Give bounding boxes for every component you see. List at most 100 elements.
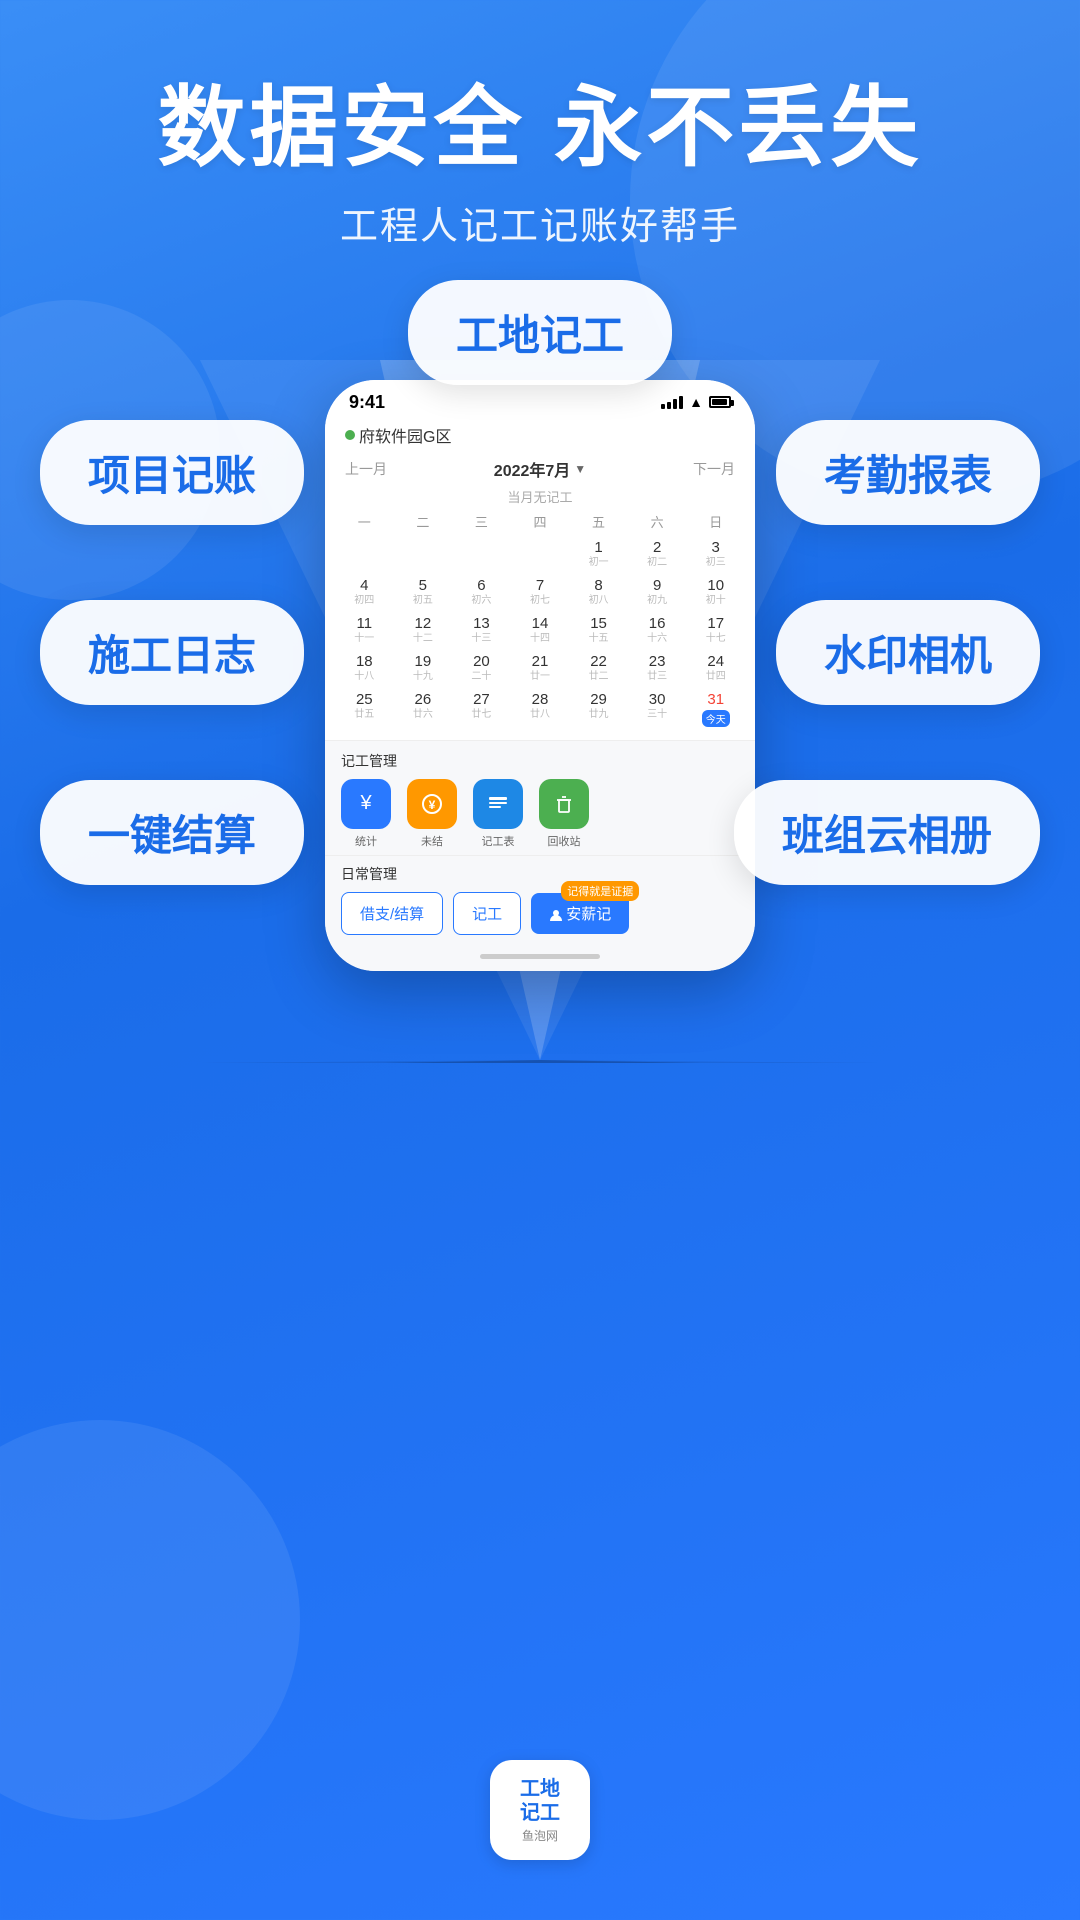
feature-label-shuiyin: 水印相机 <box>824 632 992 679</box>
cal-day-13[interactable]: 13十三 <box>452 611 511 649</box>
cal-day-30[interactable]: 30三十 <box>628 687 687 732</box>
location-text: 府软件园G区 <box>359 423 451 447</box>
cal-day-6[interactable]: 6初六 <box>452 573 511 611</box>
table-label: 记工表 <box>482 833 515 849</box>
cal-day-10[interactable]: 10初十 <box>686 573 745 611</box>
cal-day-empty <box>511 535 570 573</box>
logo-box: 工地记工 鱼泡网 <box>490 1760 590 1860</box>
cal-day-4[interactable]: 4初四 <box>335 573 394 611</box>
calendar-section: 上一月 2022年7月 ▼ 下一月 当月无记工 一 二 三 四 五 六 日 <box>325 453 755 740</box>
cal-day-14[interactable]: 14十四 <box>511 611 570 649</box>
daily-title: 日常管理 <box>341 864 739 884</box>
feature-label-kaoqin: 考勤报表 <box>824 452 992 499</box>
stat-label: 统计 <box>355 833 377 849</box>
jigong-button[interactable]: 记工 <box>453 892 521 935</box>
feature-label-gongdi: 工地记工 <box>456 312 624 359</box>
next-month-btn[interactable]: 下一月 <box>693 459 735 479</box>
weekday-thu: 四 <box>511 512 570 531</box>
cal-day-19[interactable]: 19十九 <box>394 649 453 687</box>
cal-day-7[interactable]: 7初七 <box>511 573 570 611</box>
cal-day-empty <box>452 535 511 573</box>
anxinji-wrapper: 记得就是证据 安薪记 <box>531 893 629 934</box>
cal-day-empty <box>335 535 394 573</box>
feature-label-yijie: 一键结算 <box>88 812 256 859</box>
cal-day-23[interactable]: 23廿三 <box>628 649 687 687</box>
cal-day-8[interactable]: 8初八 <box>569 573 628 611</box>
cal-day-26[interactable]: 26廿六 <box>394 687 453 732</box>
manage-item-trash[interactable]: 回收站 <box>539 779 589 849</box>
cal-day-12[interactable]: 12十二 <box>394 611 453 649</box>
weekday-sun: 日 <box>686 512 745 531</box>
cal-day-17[interactable]: 17十七 <box>686 611 745 649</box>
feature-card-yijie[interactable]: 一键结算 <box>40 780 304 885</box>
trash-icon <box>539 779 589 829</box>
daily-section: 日常管理 借支/结算 记工 记得就是证据 安薪记 <box>325 855 755 943</box>
cal-day-5[interactable]: 5初五 <box>394 573 453 611</box>
weekday-wed: 三 <box>452 512 511 531</box>
cal-day-15[interactable]: 15十五 <box>569 611 628 649</box>
feature-label-xiangmu: 项目记账 <box>88 452 256 499</box>
svg-text:¥: ¥ <box>429 798 436 812</box>
cal-day-29[interactable]: 29廿九 <box>569 687 628 732</box>
manage-item-table[interactable]: 记工表 <box>473 779 523 849</box>
feature-card-gongdi[interactable]: 工地记工 <box>408 280 672 385</box>
manage-section: 记工管理 ¥ 统计 ¥ 未结 <box>325 740 755 855</box>
phone-screen: 9:41 ▲ 府软件园G区 <box>325 380 755 971</box>
cal-day-21[interactable]: 21廿一 <box>511 649 570 687</box>
cal-day-18[interactable]: 18十八 <box>335 649 394 687</box>
calendar-grid: 1初一2初二3初三4初四5初五6初六7初七8初八9初九10初十11十一12十二1… <box>335 535 745 732</box>
cal-day-28[interactable]: 28廿八 <box>511 687 570 732</box>
jiezhi-button[interactable]: 借支/结算 <box>341 892 443 935</box>
cal-day-27[interactable]: 27廿七 <box>452 687 511 732</box>
manage-icons-row: ¥ 统计 ¥ 未结 记工表 <box>341 779 739 849</box>
weekday-sat: 六 <box>628 512 687 531</box>
cal-day-16[interactable]: 16十六 <box>628 611 687 649</box>
weekday-tue: 二 <box>394 512 453 531</box>
feature-card-banzuyun[interactable]: 班组云相册 <box>734 780 1040 885</box>
stat-icon: ¥ <box>341 779 391 829</box>
cal-day-3[interactable]: 3初三 <box>686 535 745 573</box>
daily-buttons-row: 借支/结算 记工 记得就是证据 安薪记 <box>341 892 739 935</box>
signal-icon <box>661 396 683 409</box>
logo-sub-text: 鱼泡网 <box>522 1827 558 1844</box>
feature-label-banzuyun: 班组云相册 <box>782 812 992 859</box>
table-icon <box>473 779 523 829</box>
cal-day-22[interactable]: 22廿二 <box>569 649 628 687</box>
calendar-nav: 上一月 2022年7月 ▼ 下一月 <box>335 453 745 485</box>
weekday-mon: 一 <box>335 512 394 531</box>
prev-month-btn[interactable]: 上一月 <box>345 459 387 479</box>
current-month: 2022年7月 ▼ <box>494 457 586 481</box>
location-bar: 府软件园G区 <box>325 417 755 453</box>
cal-day-2[interactable]: 2初二 <box>628 535 687 573</box>
main-title: 数据安全 永不丢失 <box>0 80 1080 177</box>
phone-mockup: 9:41 ▲ 府软件园G区 <box>325 380 755 971</box>
wifi-icon: ▲ <box>689 394 703 410</box>
weekdays-header: 一 二 三 四 五 六 日 <box>335 508 745 535</box>
bottom-logo: 工地记工 鱼泡网 <box>490 1760 590 1860</box>
unpaid-icon: ¥ <box>407 779 457 829</box>
cal-day-1[interactable]: 1初一 <box>569 535 628 573</box>
cal-day-empty <box>394 535 453 573</box>
feature-card-shigong[interactable]: 施工日志 <box>40 600 304 705</box>
feature-card-shuiyin[interactable]: 水印相机 <box>776 600 1040 705</box>
header-section: 数据安全 永不丢失 工程人记工记账好帮手 <box>0 0 1080 250</box>
manage-item-unpaid[interactable]: ¥ 未结 <box>407 779 457 849</box>
cal-day-24[interactable]: 24廿四 <box>686 649 745 687</box>
manage-item-stat[interactable]: ¥ 统计 <box>341 779 391 849</box>
cal-day-9[interactable]: 9初九 <box>628 573 687 611</box>
trash-label: 回收站 <box>548 833 581 849</box>
cal-day-31[interactable]: 31今天 <box>686 687 745 732</box>
subtitle: 工程人记工记账好帮手 <box>0 195 1080 250</box>
manage-title: 记工管理 <box>341 751 739 771</box>
cal-day-11[interactable]: 11十一 <box>335 611 394 649</box>
status-icons: ▲ <box>661 394 731 410</box>
logo-main-text: 工地记工 <box>520 1777 560 1825</box>
month-dropdown-icon[interactable]: ▼ <box>574 462 586 476</box>
cal-day-25[interactable]: 25廿五 <box>335 687 394 732</box>
no-record-label: 当月无记工 <box>335 485 745 508</box>
unpaid-label: 未结 <box>421 833 443 849</box>
status-bar: 9:41 ▲ <box>325 380 755 417</box>
cal-day-20[interactable]: 20二十 <box>452 649 511 687</box>
feature-card-kaoqin[interactable]: 考勤报表 <box>776 420 1040 525</box>
feature-card-xiangmu[interactable]: 项目记账 <box>40 420 304 525</box>
